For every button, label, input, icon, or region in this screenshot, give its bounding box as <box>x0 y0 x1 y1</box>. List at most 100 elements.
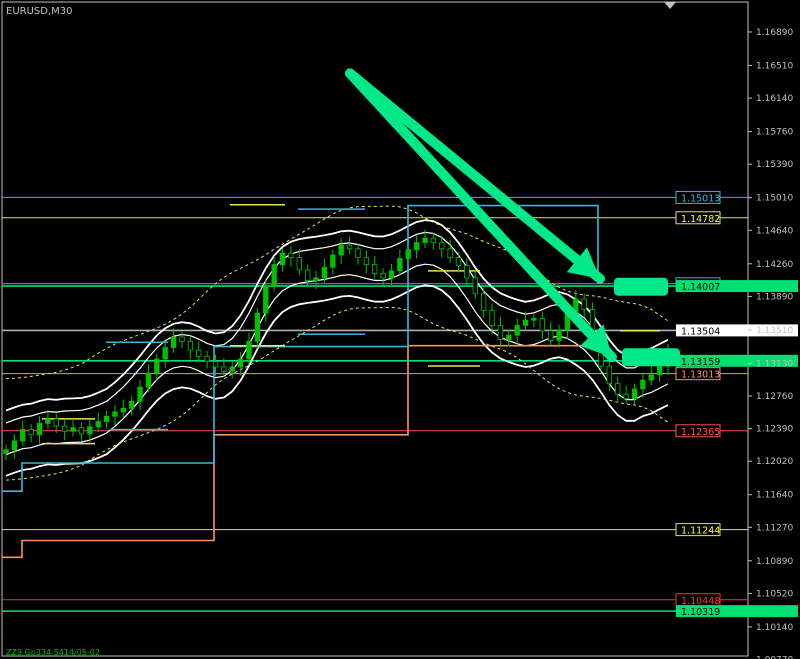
candle-down <box>53 418 59 427</box>
candle-up <box>254 312 261 342</box>
price-axis: 1.16890 1.16510 1.16140 1.15760 1.15390 1.150… <box>748 28 793 659</box>
candle-up <box>129 400 135 409</box>
candle-down <box>548 330 554 341</box>
candle-up <box>388 270 395 279</box>
candle-up <box>36 422 43 436</box>
candle-down <box>539 318 545 332</box>
candle-down <box>28 429 34 436</box>
candle-up <box>229 366 235 372</box>
candle-up <box>263 285 269 314</box>
price-chart: EURUSD,M30 1.150131.147821.140331.140071… <box>1 1 798 659</box>
y-tick-label: 1.09770 <box>756 656 793 659</box>
y-tick-label: 1.15010 <box>756 194 793 204</box>
candle-up <box>531 318 537 321</box>
y-tick-label: 1.12760 <box>756 392 793 402</box>
level-label: 1.14782 <box>681 214 720 225</box>
y-tick-label: 1.12020 <box>756 457 793 467</box>
chart-shift-marker[interactable] <box>664 2 676 9</box>
candle-up <box>338 244 344 256</box>
candle-down <box>288 252 294 259</box>
candle-up <box>246 340 252 360</box>
candle-down <box>472 277 478 295</box>
candle-down <box>187 340 194 351</box>
y-tick-label: 1.14260 <box>756 260 793 270</box>
candle-up <box>87 426 93 435</box>
candle-up <box>405 249 411 259</box>
candle-up <box>631 388 638 400</box>
candle-up <box>514 325 520 336</box>
candle-down <box>430 237 437 244</box>
candle-up <box>103 415 110 422</box>
candle-down <box>221 366 227 372</box>
candle-down <box>497 325 504 340</box>
y-tick-label: 1.15760 <box>756 128 793 138</box>
candle-down <box>439 242 445 250</box>
candles <box>3 229 671 461</box>
indicator-footer: ZZ9 Gp334 5414/05-02 <box>6 648 100 657</box>
level-label: 1.12365 <box>681 427 720 438</box>
y-tick-label: 1.10140 <box>756 623 793 633</box>
y-tick-label: 1.13510 <box>756 326 793 336</box>
y-tick-label: 1.16890 <box>756 28 793 38</box>
candle-down <box>464 265 470 279</box>
level-label: 1.11244 <box>681 526 720 537</box>
candle-up <box>20 429 26 442</box>
candle-down <box>363 257 370 266</box>
target-marker <box>622 348 680 367</box>
candle-down <box>346 244 353 250</box>
candle-up <box>556 329 562 341</box>
annotation-arrows <box>345 68 680 367</box>
arrow-shaft <box>345 68 617 363</box>
y-tick-label: 1.15390 <box>756 160 793 170</box>
level-label: 1.14007 <box>681 282 720 293</box>
level-label: 1.15013 <box>681 193 720 204</box>
candle-up <box>330 254 336 268</box>
level-label: 1.13159 <box>681 357 720 368</box>
orange-step-line <box>2 344 600 559</box>
candle-up <box>162 347 168 360</box>
candle-up <box>648 374 654 381</box>
candle-down <box>606 365 613 385</box>
candle-down <box>372 264 378 274</box>
candle-down <box>447 248 453 259</box>
candle-up <box>112 411 118 417</box>
candle-down <box>196 349 202 357</box>
y-tick-label: 1.12390 <box>756 425 793 435</box>
candle-up <box>3 449 9 454</box>
candle-up <box>321 266 328 279</box>
candle-down <box>581 298 587 311</box>
candle-down <box>179 336 185 342</box>
candle-up <box>656 365 663 376</box>
candle-up <box>120 407 126 413</box>
candle-up <box>279 252 286 266</box>
candle-up <box>422 237 428 244</box>
y-tick-label: 1.10890 <box>756 557 793 567</box>
candle-up <box>522 319 529 326</box>
candle-up <box>95 421 101 428</box>
level-label: 1.10319 <box>681 607 720 618</box>
y-tick-label: 1.14640 <box>756 226 793 236</box>
candle-down <box>204 355 210 363</box>
candle-up <box>137 386 143 402</box>
candle-up <box>397 258 403 272</box>
candle-down <box>455 257 462 266</box>
candle-up <box>413 242 420 251</box>
candle-up <box>506 334 512 340</box>
y-tick-label: 1.13890 <box>756 292 793 302</box>
chart-window: EURUSD,M30 1.150131.147821.140331.140071… <box>0 0 800 659</box>
level-label: 1.13504 <box>681 326 720 337</box>
candle-down <box>623 393 629 400</box>
candle-up <box>154 358 160 374</box>
target-marker <box>614 277 668 296</box>
candle-up <box>271 264 277 287</box>
candle-down <box>380 273 386 279</box>
candle-up <box>145 372 152 388</box>
level-label: 1.13013 <box>681 370 720 381</box>
candle-down <box>78 427 85 435</box>
chart-title: EURUSD,M30 <box>6 6 72 17</box>
y-tick-label: 1.16510 <box>756 61 793 71</box>
candle-down <box>355 248 361 259</box>
candle-up <box>11 440 18 451</box>
y-tick-label: 1.11640 <box>756 491 793 501</box>
candle-down <box>304 269 311 281</box>
